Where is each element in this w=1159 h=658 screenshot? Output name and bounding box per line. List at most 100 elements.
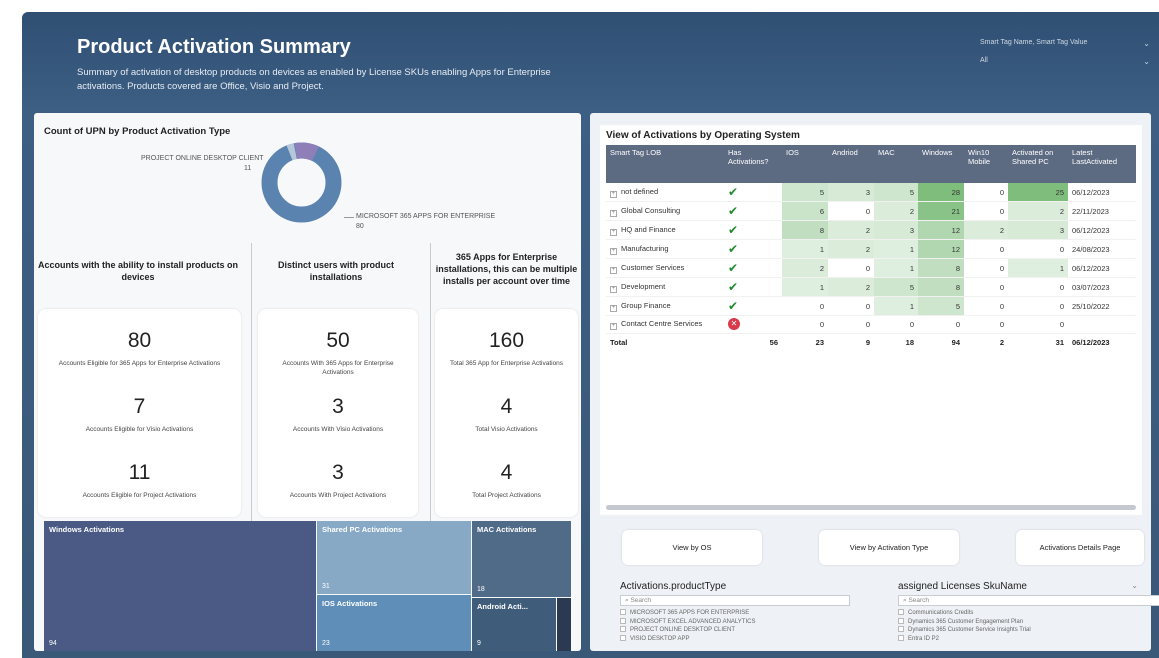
chevron-down-icon[interactable]: ⌄ [1143,57,1150,66]
cell-shared: 0 [1008,315,1068,334]
cell-has-activations: ✔ [724,183,782,202]
col-header-shared[interactable]: Activated on Shared PC [1008,145,1068,183]
divider [251,243,252,521]
col-header-ios[interactable]: IOS [782,145,828,183]
lob-label: Contact Centre Services [621,318,703,328]
total-latest: 06/12/2023 [1072,337,1110,347]
cell-latest [1068,315,1136,334]
table-row[interactable]: + Customer Services ✔ 2 0 1 8 0 1 06/12/2023 [606,258,1136,278]
activations-details-page-button[interactable]: Activations Details Page [1016,530,1144,565]
checkbox[interactable] [620,634,626,641]
treemap-tile-label: Android Acti... [477,602,528,611]
expand-icon[interactable]: + [610,209,617,217]
cell-latest: 03/07/2023 [1068,277,1136,297]
kpi-label: Total Visio Activations [475,426,538,433]
lob-label: Customer Services [621,262,685,272]
slicer-option[interactable]: Dynamics 365 Customer Engagement Plan [898,617,1138,627]
slicer-option[interactable]: Entra ID P2 [898,634,1138,644]
treemap-tile-windows[interactable]: Windows Activations 94 [44,521,316,651]
option-label: MICROSOFT EXCEL ADVANCED ANALYTICS [630,618,756,625]
horizontal-scrollbar[interactable] [606,505,1136,510]
expand-icon[interactable]: + [610,304,617,312]
col-header-win10[interactable]: Win10 Mobile [964,145,1008,183]
slicer-title: Activations.productType [620,581,727,592]
chevron-down-icon[interactable]: ⌄ [1131,581,1138,590]
license-sku-slicer: assigned Licenses SkuName ⌄ ⌕ Search Comm… [898,581,1159,644]
cell-shared: 0 [1008,277,1068,297]
checkbox[interactable] [620,626,626,632]
table-row[interactable]: + HQ and Finance ✔ 8 2 3 12 2 3 06/12/2023 [606,220,1136,240]
table-total-row: Total 56 23 9 18 94 2 31 06/12/2023 [606,333,1136,351]
expand-icon[interactable]: + [610,247,617,255]
slicer-option[interactable]: PROJECT ONLINE DESKTOP CLIENT [620,626,850,635]
lob-label: HQ and Finance [621,224,676,234]
option-label: PROJECT ONLINE DESKTOP CLIENT [630,627,736,633]
table-row[interactable]: + not defined ✔ 5 3 5 28 0 25 06/12/2023 [606,183,1136,202]
table-row[interactable]: + Contact Centre Services ✕ 0 0 0 0 0 0 [606,315,1136,334]
cell-latest: 22/11/2023 [1068,201,1136,221]
checkbox[interactable] [898,609,904,615]
expand-icon[interactable]: + [610,266,617,274]
table-row[interactable]: + Group Finance ✔ 0 0 1 5 0 0 25/10/2022 [606,296,1136,316]
lob-label: Group Finance [621,300,671,310]
cell-ios: 5 [782,183,828,202]
checkmark-icon: ✔ [728,204,739,218]
cell-ios: 0 [782,315,828,334]
search-placeholder: Search [908,597,930,604]
kpi-value: 4 [500,395,513,418]
cell-win10: 2 [964,220,1008,240]
chevron-down-icon[interactable]: ⌄ [1143,39,1150,48]
kpi-label: Total Project Activations [472,492,541,499]
total-label: Total [610,337,628,347]
treemap-tile-android[interactable]: Android Acti... 9 [472,598,556,651]
view-by-activation-type-button[interactable]: View by Activation Type [819,530,959,565]
expand-icon[interactable]: + [610,285,617,293]
treemap-tile-shared-pc[interactable]: Shared PC Activations 31 [317,521,471,594]
checkbox[interactable] [898,617,904,624]
checkbox[interactable] [620,609,626,615]
kpi-heading-installs: 365 Apps for Enterprise installations, t… [435,252,578,286]
donut-slice-m365[interactable] [261,142,342,223]
slicer-option[interactable]: MICROSOFT 365 APPS FOR ENTERPRISE [620,609,850,618]
col-header-android[interactable]: Andriod [828,145,874,183]
col-header-windows[interactable]: Windows [918,145,964,183]
cell-has-activations: ✔ [724,258,782,278]
cell-windows: 21 [918,201,964,221]
expand-icon[interactable]: + [610,322,617,330]
col-header-latest[interactable]: Latest LastActivated [1068,145,1136,183]
kpi-label: Accounts With Visio Activations [292,426,384,433]
table-row[interactable]: + Development ✔ 1 2 5 8 0 0 03/07/2023 [606,277,1136,297]
treemap-tile-ios[interactable]: IOS Activations 23 [317,595,471,651]
slicer-option[interactable]: VISIO DESKTOP APP [620,634,850,644]
checkbox[interactable] [620,617,626,624]
cell-android: 2 [828,220,874,240]
donut-chart[interactable] [259,140,344,225]
slicer-option[interactable]: Dynamics 365 Customer Service Insights T… [898,626,1138,635]
table-title: View of Activations by Operating System [606,130,800,141]
cell-mac: 1 [874,258,918,278]
col-header-lob[interactable]: Smart Tag LOB [606,145,724,183]
lob-label: Manufacturing [621,243,669,253]
table-row[interactable]: + Global Consulting ✔ 6 0 2 21 0 2 22/11/2023 [606,201,1136,221]
treemap-tile-mac[interactable]: MAC Activations 18 [472,521,571,597]
kpi-label: Accounts Eligible for 365 Apps for Enter… [58,360,221,367]
slicer-option[interactable]: Communications Credits [898,609,1138,618]
treemap-tile-small[interactable] [557,598,571,651]
search-input[interactable]: ⌕ Search [620,595,850,606]
view-by-os-button[interactable]: View by OS [622,530,762,565]
table-row[interactable]: + Manufacturing ✔ 1 2 1 12 0 0 24/08/2023 [606,239,1136,259]
col-header-has[interactable]: Has Activations? [724,145,782,183]
checkbox[interactable] [898,626,904,632]
search-input[interactable]: ⌕ Search [898,595,1159,606]
slicer-option[interactable]: MICROSOFT EXCEL ADVANCED ANALYTICS [620,617,850,627]
cell-shared: 0 [1008,296,1068,316]
expand-icon[interactable]: + [610,190,617,198]
donut-svg [261,142,342,223]
cell-win10: 0 [964,296,1008,316]
col-header-mac[interactable]: MAC [874,145,918,183]
table-body: + not defined ✔ 5 3 5 28 0 25 06/12/2023 + Global C… [606,183,1136,351]
checkbox[interactable] [898,634,904,641]
option-label: MICROSOFT 365 APPS FOR ENTERPRISE [630,610,750,616]
expand-icon[interactable]: + [610,228,617,236]
smart-tag-slicer[interactable]: Smart Tag Name, Smart Tag Value ⌄ All ⌄ [980,39,1150,75]
